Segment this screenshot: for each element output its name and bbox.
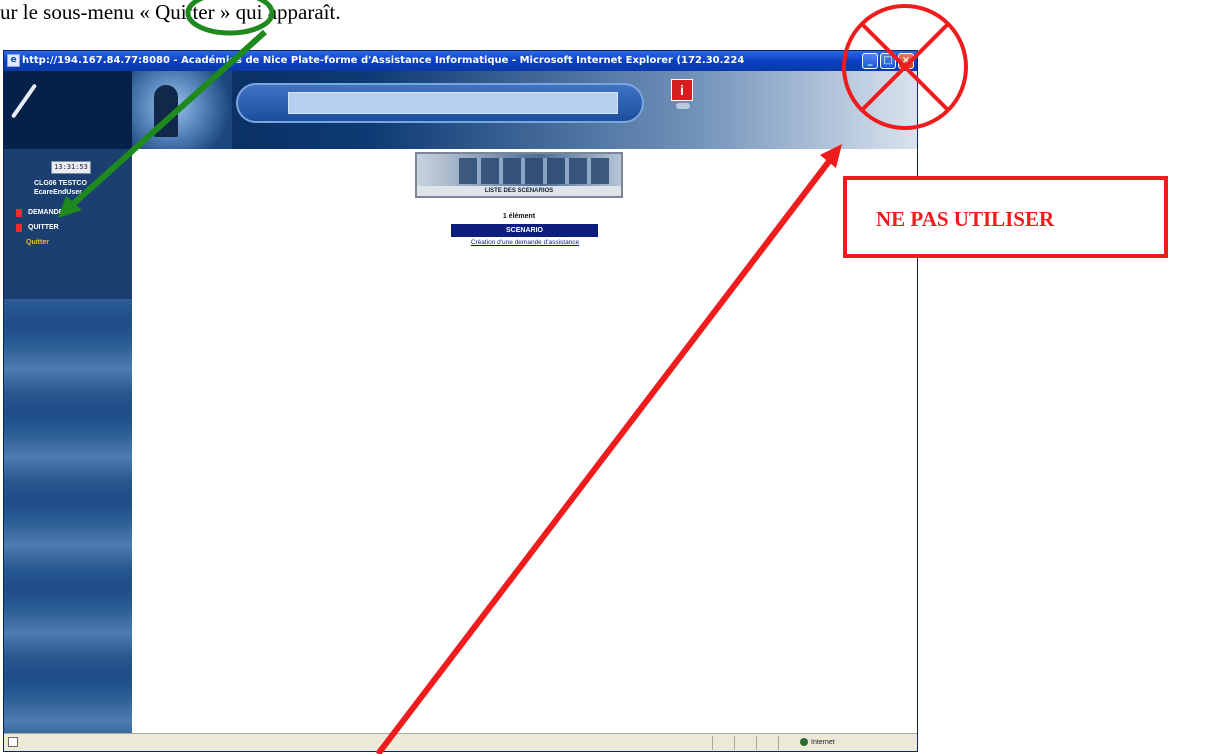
search-input[interactable] — [288, 92, 618, 114]
left-sidebar: 13:31:53 CLG06 TESTCO EcareEndUser DEMAN… — [4, 149, 132, 733]
menu-item-demande[interactable]: DEMANDE — [14, 207, 63, 219]
item-count: 1 élément — [502, 213, 536, 220]
minimize-button[interactable]: _ — [862, 53, 878, 69]
browser-window: e http://194.167.84.77:8080 - Académies … — [3, 50, 918, 752]
security-zone: Internet — [800, 737, 835, 749]
page-icon — [8, 737, 18, 747]
warning-box: NE PAS UTILISER — [843, 176, 1168, 258]
person-silhouette — [154, 85, 178, 137]
warning-text: NE PAS UTILISER — [876, 207, 1055, 231]
document-caption: ur le sous-menu « Quitter » qui apparaît… — [0, 0, 341, 24]
menu-item-quitter[interactable]: QUITTER — [14, 222, 63, 234]
header-banner: i — [4, 71, 917, 149]
status-bar: Internet — [4, 733, 917, 751]
table-row-link[interactable]: Création d'une demande d'assistance — [445, 239, 605, 246]
info-sub-icon — [676, 103, 690, 109]
submenu-quitter[interactable]: Quitter — [14, 237, 63, 248]
sidebar-panel: 13:31:53 CLG06 TESTCO EcareEndUser DEMAN… — [4, 149, 132, 299]
title-bar: e http://194.167.84.77:8080 - Académies … — [4, 51, 917, 71]
status-divider — [778, 736, 779, 750]
red-square-icon — [16, 224, 22, 232]
status-divider — [756, 736, 757, 750]
menu-item-label: QUITTER — [28, 224, 59, 231]
status-divider — [734, 736, 735, 750]
internet-explorer-icon: e — [7, 54, 20, 67]
search-bar — [236, 83, 644, 123]
close-button[interactable]: × — [898, 53, 914, 69]
quill-logo-icon — [10, 83, 38, 119]
maximize-button[interactable]: □ — [880, 53, 896, 69]
user-info: CLG06 TESTCO EcareEndUser — [34, 179, 124, 197]
banner-photo — [132, 71, 232, 149]
globe-icon — [800, 738, 808, 747]
banner-caption: LISTE DES SCENARIOS — [417, 186, 621, 196]
clock: 13:31:53 — [51, 161, 91, 174]
computers-image — [459, 158, 609, 184]
menu-item-label: DEMANDE — [28, 209, 64, 216]
info-icon[interactable]: i — [671, 79, 693, 101]
logo-area — [4, 71, 132, 149]
scenario-banner: LISTE DES SCENARIOS — [415, 152, 623, 198]
table-header: SCENARIO — [451, 224, 598, 237]
user-line-2: EcareEndUser — [34, 189, 82, 196]
red-square-icon — [16, 209, 22, 217]
window-title: http://194.167.84.77:8080 - Académies de… — [22, 55, 745, 66]
main-content: LISTE DES SCENARIOS 1 élément SCENARIO C… — [132, 149, 917, 733]
status-divider — [712, 736, 713, 750]
window-controls: _ □ × — [862, 53, 914, 69]
zone-label: Internet — [811, 739, 835, 746]
sidebar-menu: DEMANDE QUITTER Quitter — [14, 207, 63, 248]
user-line-1: CLG06 TESTCO — [34, 180, 87, 187]
